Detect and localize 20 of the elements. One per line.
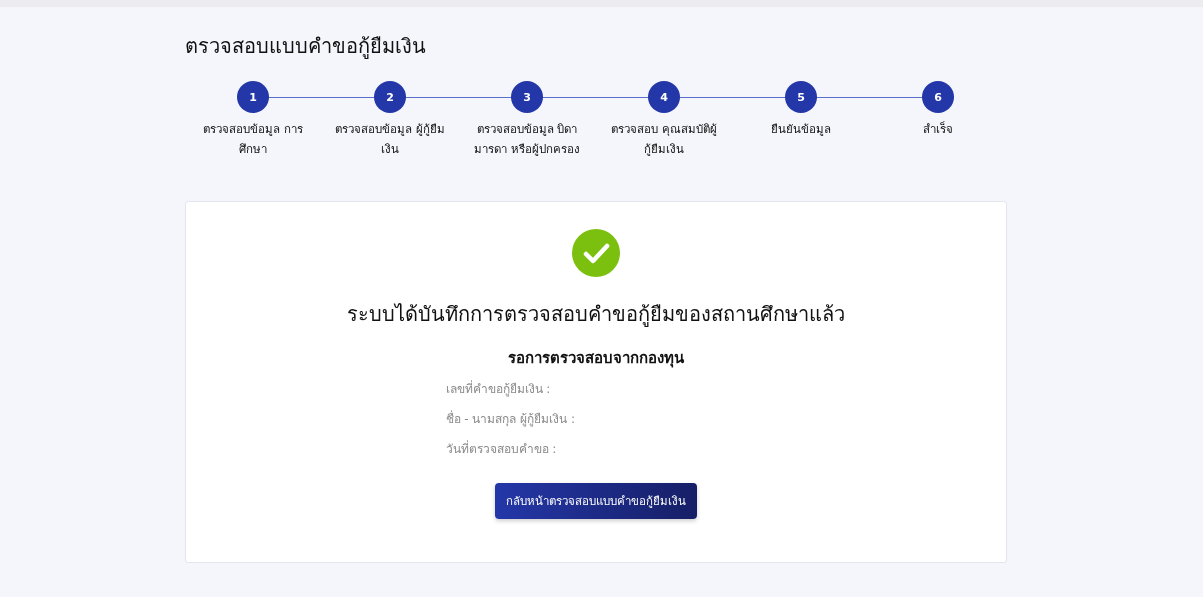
step-number: 5: [785, 81, 817, 113]
page-title: ตรวจสอบแบบคำขอกู้ยืมเงิน: [184, 33, 427, 59]
step-label: ตรวจสอบข้อมูล ผู้กู้ยืมเงิน: [335, 121, 445, 158]
field-label: ชื่อ - นามสกุล ผู้กู้ยืมเงิน :: [445, 409, 577, 429]
step-number: 1: [237, 81, 269, 113]
check-icon: [571, 229, 620, 277]
step-label: ยืนยันข้อมูล: [770, 121, 832, 138]
field-label: เลขที่คำขอกู้ยืมเงิน :: [445, 379, 552, 399]
step-number: 3: [511, 81, 543, 113]
step-number: 6: [922, 81, 954, 113]
step-number: 4: [648, 81, 680, 113]
step-label: ตรวจสอบข้อมูล การศึกษา: [202, 121, 304, 158]
step-label: ตรวจสอบ คุณสมบัติผู้กู้ยืมเงิน: [610, 121, 718, 158]
status-text: รอการตรวจสอบจากกองทุน: [507, 348, 684, 369]
back-button[interactable]: กลับหน้าตรวจสอบแบบคำขอกู้ยืมเงิน: [494, 483, 697, 519]
step-label: สำเร็จ: [922, 120, 954, 138]
field-label: วันที่ตรวจสอบคำขอ :: [445, 439, 558, 458]
result-heading: ระบบได้บันทึกการตรวจสอบคำขอกู้ยืมของสถานศึกษาแล้ว: [346, 301, 845, 329]
step-number: 2: [374, 81, 406, 113]
step-label: ตรวจสอบข้อมูล บิดา มารดา หรือผู้ปกครอง: [473, 121, 581, 158]
